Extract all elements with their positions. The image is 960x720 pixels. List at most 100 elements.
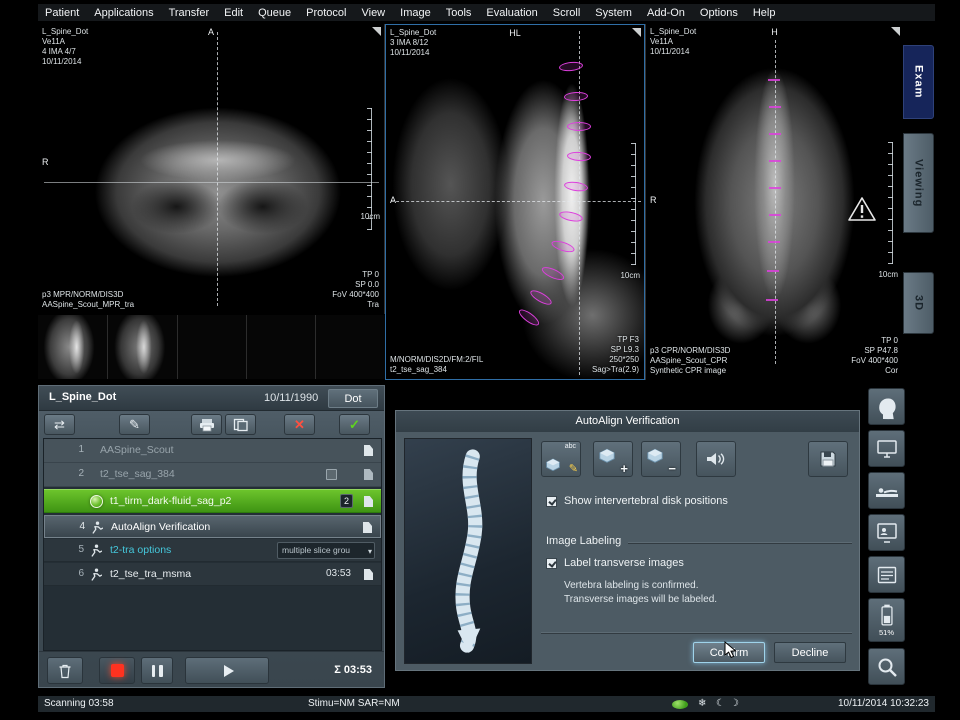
floppy-disk-icon [818,449,838,469]
menu-item-view[interactable]: View [361,7,385,19]
tab-viewing[interactable]: Viewing [903,133,934,233]
protocol-step-row-4-selected[interactable]: 4 AutoAlign Verification [44,515,381,538]
menu-item-evaluation[interactable]: Evaluation [486,7,537,19]
menu-item-options[interactable]: Options [700,7,738,19]
series-thumbnail-empty[interactable] [247,315,316,379]
crosshair-vertical[interactable] [579,31,580,375]
document-icon[interactable] [364,569,373,580]
menu-item-queue[interactable]: Queue [258,7,291,19]
protocol-step-row-5[interactable]: 5 t2-tra options multiple slice grou ▾ [44,539,381,562]
protocol-step-row-2[interactable]: 2 t2_tse_sag_384 [44,463,381,487]
edit-labels-button[interactable]: abc ✎ [541,441,581,477]
segment-corner-icon[interactable] [891,27,900,36]
series-thumbnail-empty[interactable] [316,315,385,379]
viewport-coronal[interactable]: L_Spine_Dot Ve11A 10/11/2014 H R 10cm p3… [645,24,903,380]
exam-display-button[interactable] [868,514,905,551]
menu-item-help[interactable]: Help [753,7,776,19]
system-ok-indicator [672,700,688,709]
delete-button[interactable] [47,657,83,684]
announce-labels-button[interactable] [696,441,736,477]
protocol-card-button[interactable] [868,556,905,593]
battery-level-button[interactable]: 51% [868,598,905,642]
save-button[interactable] [808,441,848,477]
crosshair-horizontal[interactable] [44,182,379,183]
remove-vertebra-button[interactable]: − [641,441,681,477]
total-scan-time: Σ 03:53 [334,664,372,676]
disk-marker[interactable] [567,122,591,131]
show-disks-checkbox[interactable] [546,496,557,507]
start-measurement-button[interactable] [185,657,269,684]
measurement-controls: Σ 03:53 [39,651,384,689]
document-icon[interactable] [364,469,373,480]
patient-table-button[interactable] [868,472,905,509]
scale-label: 10cm [620,271,640,281]
menu-item-addon[interactable]: Add-On [647,7,685,19]
vertebra-marker [766,299,778,301]
dialog-title: AutoAlign Verification [396,411,859,432]
step-label: AutoAlign Verification [111,521,210,533]
menu-item-system[interactable]: System [595,7,632,19]
menu-item-edit[interactable]: Edit [224,7,243,19]
document-icon[interactable] [364,445,373,456]
zoom-tool-button[interactable] [868,648,905,685]
menu-item-tools[interactable]: Tools [446,7,472,19]
series-thumbnail[interactable] [38,315,108,379]
cube-icon [544,457,562,473]
scanning-progress-icon [90,495,103,508]
step-label: t1_tirm_dark-fluid_sag_p2 [110,495,231,507]
menu-item-protocol[interactable]: Protocol [306,7,346,19]
task-tab-strip: Exam Viewing 3D [903,24,935,380]
crosshair-vertical[interactable] [217,32,218,306]
segment-corner-icon[interactable] [372,27,381,36]
minus-icon: − [668,461,676,476]
copy-step-button[interactable] [225,414,256,435]
vertebra-marker [769,133,781,135]
dot-assistant-button[interactable] [868,388,905,425]
protocol-step-row-3-active[interactable]: t1_tirm_dark-fluid_sag_p2 2 [44,489,381,513]
cube-icon [645,447,665,465]
menu-item-image[interactable]: Image [400,7,431,19]
table-position: TP 0 [851,336,898,346]
software-version: Ve11A [42,37,88,47]
spine-illustration-panel [404,438,532,664]
field-of-view: FoV 400*400 [851,356,898,366]
tab-3d[interactable]: 3D [903,272,934,334]
document-icon[interactable] [364,496,373,507]
crosshair-vertical[interactable] [775,40,776,364]
crosshair-horizontal[interactable] [391,201,641,202]
slice-group-dropdown[interactable]: multiple slice grou ▾ [277,542,375,559]
menu-item-patient[interactable]: Patient [45,7,79,19]
viewport-axial[interactable]: L_Spine_Dot Ve11A 4 IMA 4/7 10/11/2014 A… [38,24,385,314]
document-icon[interactable] [363,522,372,533]
apply-step-button[interactable]: ✓ [339,414,370,435]
decline-button[interactable]: Decline [774,642,846,663]
plane-label: Tra [332,300,379,310]
edit-protocol-button[interactable]: ✎ [119,414,150,435]
print-export-button[interactable] [191,414,222,435]
series-thumbnail-empty[interactable] [178,315,247,379]
menu-item-transfer[interactable]: Transfer [169,7,210,19]
protocol-step-row-6[interactable]: 6 t2_tse_tra_msma 03:53 [44,563,381,586]
swap-icon: ⇄ [54,417,65,433]
dot-engine-button[interactable]: Dot [328,389,378,408]
segment-corner-icon[interactable] [632,28,641,37]
pencil-icon: ✎ [129,417,140,433]
add-vertebra-button[interactable]: + [593,441,633,477]
viewport-sagittal[interactable]: L_Spine_Dot 3 IMA 8/12 10/11/2014 HL A 1… [385,24,645,380]
cancel-step-button[interactable]: ✕ [284,414,315,435]
warning-triangle-icon[interactable] [847,196,877,227]
series-thumbnail[interactable] [108,315,178,379]
tab-exam[interactable]: Exam [903,45,934,119]
protocol-step-row-1[interactable]: 1 AASpine_Scout [44,439,381,463]
step-duration: 03:53 [326,568,351,579]
field-of-view: 250*250 [592,355,639,365]
display-layout-button[interactable] [868,430,905,467]
label-transverse-checkbox[interactable] [546,558,557,569]
menu-item-applications[interactable]: Applications [94,7,153,19]
menu-item-scroll[interactable]: Scroll [553,7,581,19]
swap-step-button[interactable]: ⇄ [44,414,75,435]
protocol-queue: 1 AASpine_Scout 2 t2_tse_sag_384 t1_tirm… [43,438,382,651]
pause-button[interactable] [141,657,173,684]
copy-icon [233,418,248,432]
stop-measurement-button[interactable] [99,657,135,684]
